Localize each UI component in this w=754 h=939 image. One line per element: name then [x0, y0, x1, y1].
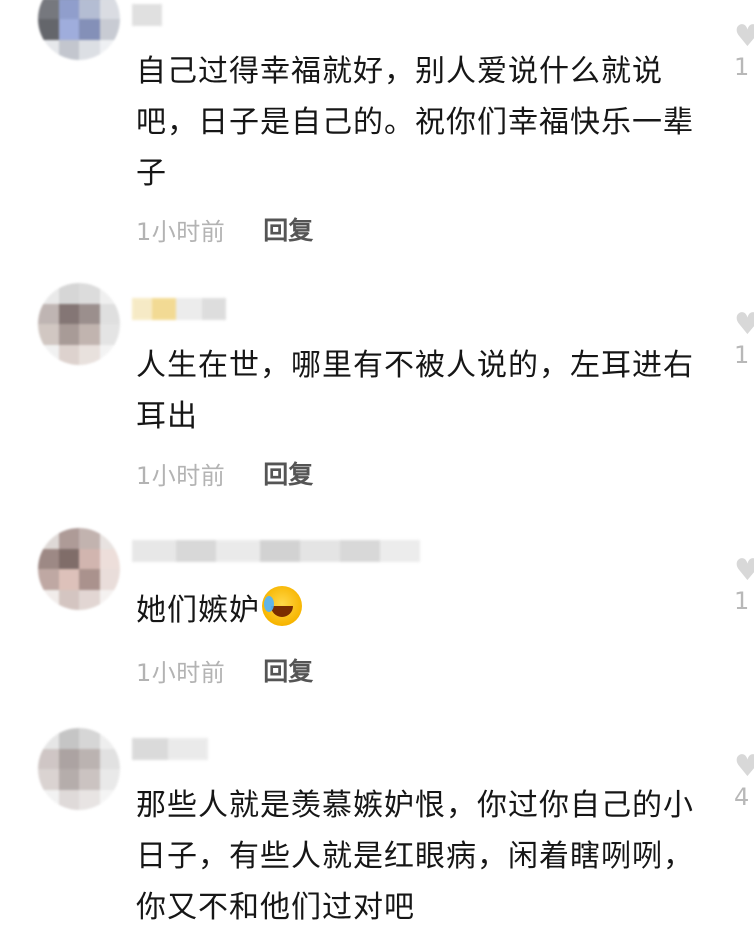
like-button[interactable]: ♥ 4 — [734, 749, 754, 811]
comment-text: 她们嫉妒 — [136, 585, 696, 636]
avatar[interactable] — [38, 528, 120, 610]
username-blurred[interactable] — [132, 738, 208, 760]
like-button[interactable]: ♥ 1 — [734, 553, 754, 615]
avatar[interactable] — [38, 283, 120, 365]
avatar[interactable] — [38, 0, 120, 60]
like-count: 1 — [734, 53, 750, 81]
like-count: 4 — [734, 783, 750, 811]
like-button[interactable]: ♥ 1 — [734, 19, 754, 81]
comment-text: 自己过得幸福就好，别人爱说什么就说吧，日子是自己的。祝你们幸福快乐一辈子 — [136, 54, 694, 191]
heart-icon: ♥ — [734, 307, 754, 342]
reply-button[interactable]: 回复 — [263, 652, 313, 688]
like-button[interactable]: ♥ 1 — [734, 307, 754, 369]
comment-time: 1小时前 — [136, 461, 226, 490]
username-blurred[interactable] — [132, 540, 420, 562]
avatar[interactable] — [38, 728, 120, 810]
reply-button[interactable]: 回复 — [263, 455, 313, 491]
comment-text-content: 她们嫉妒 — [136, 593, 260, 628]
like-count: 1 — [734, 587, 750, 615]
reply-button[interactable]: 回复 — [263, 211, 313, 247]
comment-text: 那些人就是羡慕嫉妒恨，你过你自己的小日子，有些人就是红眼病，闲着瞎咧咧，你又不和… — [136, 788, 694, 925]
comment-time: 1小时前 — [136, 658, 226, 687]
heart-icon: ♥ — [734, 19, 754, 54]
comment-meta: 1小时前 回复 — [136, 455, 313, 491]
heart-icon: ♥ — [734, 749, 754, 784]
comment-meta: 1小时前 回复 — [136, 652, 313, 688]
username-blurred[interactable] — [132, 298, 226, 320]
laughing-crying-emoji-icon — [262, 586, 302, 626]
username-blurred[interactable] — [132, 4, 162, 26]
heart-icon: ♥ — [734, 553, 754, 588]
comment-text: 人生在世，哪里有不被人说的，左耳进右耳出 — [136, 348, 694, 434]
comment-time: 1小时前 — [136, 217, 226, 246]
like-count: 1 — [734, 341, 750, 369]
comment-meta: 1小时前 回复 — [136, 211, 313, 247]
